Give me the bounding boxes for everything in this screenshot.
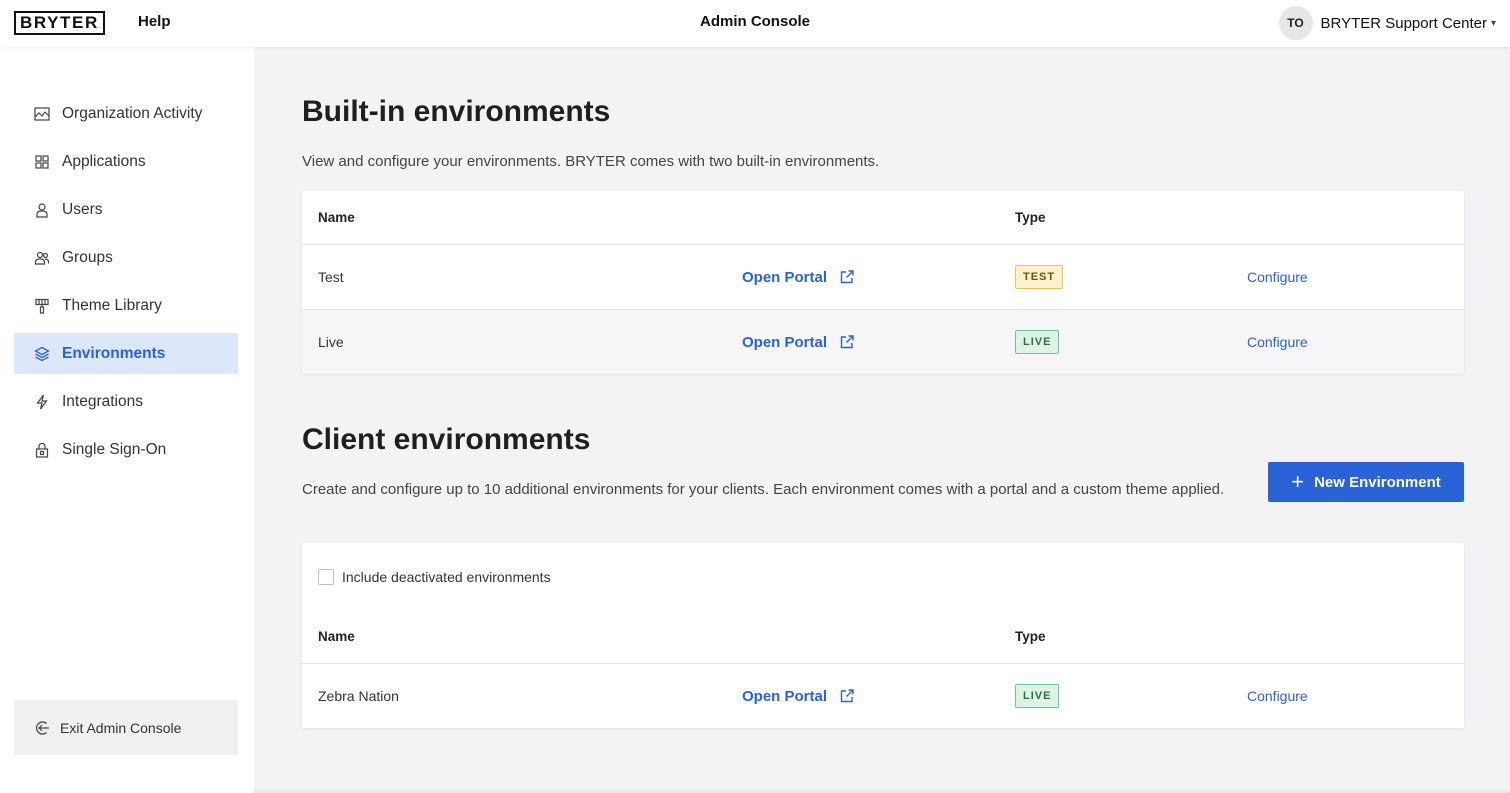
table-row: Test Open Portal TEST Configure bbox=[302, 244, 1464, 309]
column-header-name: Name bbox=[318, 629, 355, 644]
open-portal-label: Open Portal bbox=[742, 687, 828, 705]
new-environment-button[interactable]: + New Environment bbox=[1268, 462, 1464, 502]
sidebar-item-label: Applications bbox=[62, 152, 146, 170]
column-header-type: Type bbox=[1015, 629, 1046, 644]
env-name: Test bbox=[318, 269, 344, 285]
configure-link[interactable]: Configure bbox=[1247, 269, 1308, 285]
sidebar-item-label: Single Sign-On bbox=[62, 440, 167, 458]
main-content: Built-in environments View and configure… bbox=[254, 47, 1510, 793]
user-icon bbox=[34, 202, 50, 218]
open-portal-link[interactable]: Open Portal bbox=[742, 269, 855, 286]
status-badge: LIVE bbox=[1015, 330, 1060, 354]
sidebar-item-label: Integrations bbox=[62, 392, 143, 410]
new-environment-label: New Environment bbox=[1314, 473, 1441, 491]
configure-link[interactable]: Configure bbox=[1247, 688, 1308, 704]
sidebar: Organization Activity Applications Users… bbox=[0, 47, 254, 793]
user-name: BRYTER Support Center bbox=[1320, 14, 1487, 32]
status-badge: LIVE bbox=[1015, 684, 1060, 708]
column-header-name: Name bbox=[318, 210, 355, 225]
configure-link[interactable]: Configure bbox=[1247, 334, 1308, 350]
client-title: Client environments bbox=[302, 423, 591, 456]
paint-roller-icon bbox=[34, 298, 50, 314]
sidebar-item-integrations[interactable]: Integrations bbox=[14, 381, 238, 422]
env-name: Zebra Nation bbox=[318, 688, 399, 704]
column-header-type: Type bbox=[1015, 210, 1046, 225]
table-header: Name Type bbox=[302, 191, 1464, 244]
sidebar-item-label: Theme Library bbox=[62, 296, 162, 314]
grid-icon bbox=[34, 154, 50, 170]
help-link[interactable]: Help bbox=[138, 13, 171, 30]
activity-icon bbox=[34, 106, 50, 122]
top-bar: BRYTER Help Admin Console TO BRYTER Supp… bbox=[0, 0, 1510, 47]
open-portal-link[interactable]: Open Portal bbox=[742, 334, 855, 351]
sidebar-nav: Organization Activity Applications Users… bbox=[14, 93, 238, 477]
bottom-divider bbox=[254, 788, 1510, 793]
plus-icon: + bbox=[1291, 469, 1305, 494]
include-deactivated-checkbox[interactable] bbox=[318, 568, 334, 585]
builtin-table: Name Type Test Open Portal TEST Configur… bbox=[302, 191, 1464, 374]
sidebar-item-applications[interactable]: Applications bbox=[14, 141, 238, 182]
builtin-description: View and configure your environments. BR… bbox=[302, 153, 880, 170]
exit-admin-console-button[interactable]: Exit Admin Console bbox=[14, 700, 238, 755]
open-portal-label: Open Portal bbox=[742, 268, 828, 286]
sidebar-item-organization-activity[interactable]: Organization Activity bbox=[14, 93, 238, 134]
table-row: Zebra Nation Open Portal LIVE Configure bbox=[302, 663, 1464, 728]
exit-icon bbox=[35, 720, 49, 735]
group-icon bbox=[34, 250, 50, 266]
env-name: Live bbox=[318, 334, 344, 350]
sidebar-item-groups[interactable]: Groups bbox=[14, 237, 238, 278]
open-portal-link[interactable]: Open Portal bbox=[742, 688, 855, 705]
sidebar-item-environments[interactable]: Environments bbox=[14, 333, 238, 374]
exit-label: Exit Admin Console bbox=[60, 719, 182, 736]
sidebar-item-theme-library[interactable]: Theme Library bbox=[14, 285, 238, 326]
sidebar-item-users[interactable]: Users bbox=[14, 189, 238, 230]
sidebar-item-label: Organization Activity bbox=[62, 104, 203, 122]
external-link-icon bbox=[840, 335, 854, 349]
avatar: TO bbox=[1278, 6, 1313, 40]
table-header: Name Type bbox=[302, 610, 1464, 663]
builtin-title: Built-in environments bbox=[302, 95, 611, 128]
include-deactivated-label[interactable]: Include deactivated environments bbox=[342, 569, 551, 585]
open-portal-label: Open Portal bbox=[742, 333, 828, 351]
sidebar-item-label: Users bbox=[62, 200, 103, 218]
external-link-icon bbox=[840, 689, 854, 703]
lock-icon bbox=[34, 442, 50, 458]
external-link-icon bbox=[840, 270, 854, 284]
chevron-down-icon: ▾ bbox=[1490, 17, 1496, 29]
sidebar-item-label: Environments bbox=[62, 344, 166, 362]
bryter-logo[interactable]: BRYTER bbox=[14, 11, 105, 35]
layers-icon bbox=[34, 346, 50, 362]
sidebar-item-label: Groups bbox=[62, 248, 113, 266]
client-description: Create and configure up to 10 additional… bbox=[302, 481, 1225, 498]
user-menu[interactable]: TO BRYTER Support Center ▾ bbox=[1278, 6, 1496, 40]
table-row: Live Open Portal LIVE Configure bbox=[302, 309, 1464, 374]
sidebar-item-single-sign-on[interactable]: Single Sign-On bbox=[14, 429, 238, 470]
include-deactivated-row: Include deactivated environments bbox=[302, 543, 1464, 610]
lightning-icon bbox=[34, 394, 50, 410]
status-badge: TEST bbox=[1015, 265, 1064, 289]
client-table: Include deactivated environments Name Ty… bbox=[302, 543, 1464, 728]
